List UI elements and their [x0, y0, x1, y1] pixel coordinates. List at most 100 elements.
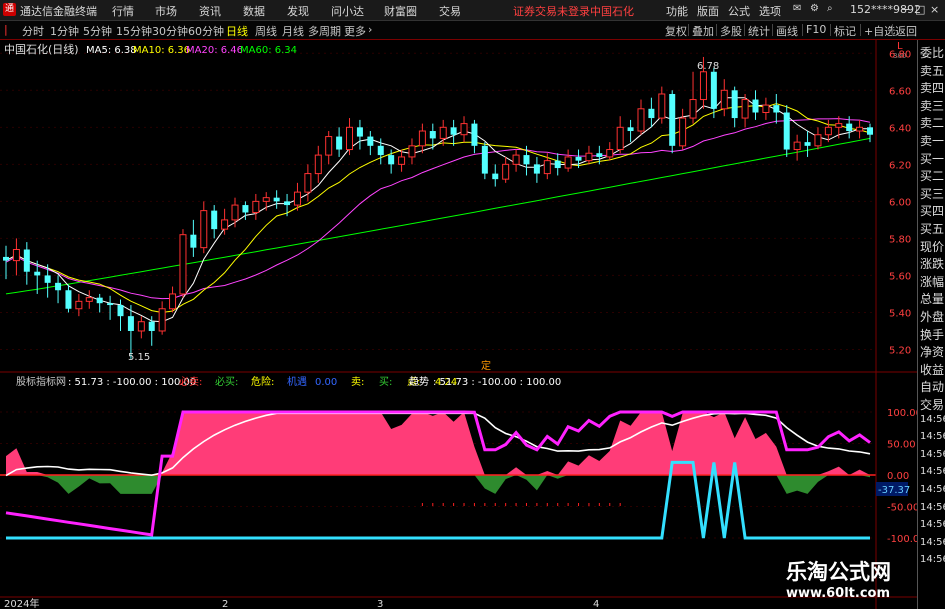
menu-item-community[interactable]: 财富圈 — [384, 3, 417, 19]
date-label-apr: 4 — [593, 599, 599, 609]
tab-5min[interactable]: 5分钟 — [83, 23, 112, 39]
date-label-feb: 2 — [222, 599, 228, 609]
close-button[interactable]: × — [930, 3, 939, 16]
signal-label: 必买: — [215, 375, 238, 388]
menu-item-options[interactable]: 选项 — [759, 3, 781, 19]
tab-multi-period[interactable]: 多周期 — [308, 23, 341, 39]
side-panel-item[interactable]: 卖四 — [920, 79, 944, 96]
menu-item-trade[interactable]: 交易 — [439, 3, 461, 19]
menu-item-layout[interactable]: 版面 — [697, 3, 719, 19]
menu-item-formula[interactable]: 公式 — [728, 3, 750, 19]
candle-body-up — [658, 93, 666, 119]
candle-body-down — [846, 123, 853, 132]
side-panel-item[interactable]: 14:56 — [920, 502, 945, 513]
side-panel-item[interactable]: 卖一 — [920, 132, 944, 149]
minimize-button[interactable]: − — [901, 3, 910, 16]
menu-item-news[interactable]: 资讯 — [199, 3, 221, 19]
menu-item-function[interactable]: 功能 — [666, 3, 688, 19]
multi-stock-button[interactable]: 多股 — [720, 23, 742, 39]
side-panel-item[interactable]: 交易 — [920, 396, 944, 413]
side-panel-item[interactable]: 买二 — [920, 167, 944, 184]
ma60-label: MA60: 6.34 — [240, 45, 297, 56]
candle-body-up — [741, 99, 749, 119]
side-panel-item[interactable]: 外盘 — [920, 308, 944, 325]
side-panel-item[interactable]: 自动 — [920, 378, 944, 395]
side-panel-item[interactable]: 收益 — [920, 361, 944, 378]
menu-item-assistant[interactable]: 问小达 — [331, 3, 364, 19]
tab-15min[interactable]: 15分钟 — [116, 23, 152, 39]
stock-chart[interactable]: 中国石化(日线) MA5: 6.38 MA10: 6.36 MA20: 6.46… — [0, 40, 917, 609]
candle-body-up — [325, 136, 333, 156]
tab-weekly[interactable]: 周线 — [255, 23, 277, 39]
ma10-path — [5, 103, 871, 314]
mark-button[interactable]: 标记 — [834, 23, 856, 39]
trend-label: 趋势 — [409, 375, 429, 388]
side-panel-item[interactable]: 买三 — [920, 185, 944, 202]
menu-item-discover[interactable]: 发现 — [287, 3, 309, 19]
candle-body-down — [648, 108, 655, 119]
candle-body-up — [252, 200, 260, 213]
candle-body-up — [408, 145, 416, 158]
account-id[interactable]: 152****9892 — [850, 3, 921, 16]
gear-icon[interactable]: ⚙ — [810, 3, 819, 14]
side-panel-item[interactable]: 14:56 — [920, 554, 945, 565]
side-panel-item[interactable]: 14:56 — [920, 431, 945, 442]
tab-monthly[interactable]: 月线 — [282, 23, 304, 39]
indicator-tick: 50.00 — [887, 440, 916, 451]
tab-30min[interactable]: 30分钟 — [152, 23, 188, 39]
side-panel-item[interactable]: 14:56 — [920, 414, 945, 425]
candle-body-up — [304, 173, 312, 193]
side-panel-item[interactable]: 14:56 — [920, 449, 945, 460]
menu-item-quotes[interactable]: 行情 — [112, 3, 134, 19]
side-panel-item[interactable]: 委比 — [920, 44, 944, 61]
side-panel-item[interactable]: 卖三 — [920, 97, 944, 114]
menu-item-market[interactable]: 市场 — [155, 3, 177, 19]
back-button[interactable]: 返回 — [895, 23, 917, 39]
stats-button[interactable]: 统计 — [748, 23, 770, 39]
candle-body-up — [179, 234, 187, 295]
candle-body-up — [169, 293, 177, 310]
watermark-name: 乐淘公式网 — [786, 560, 891, 584]
tab-marker-icon: | — [4, 23, 8, 36]
side-panel-item[interactable]: 换手 — [920, 326, 944, 343]
f10-button[interactable]: F10 — [806, 23, 826, 36]
tab-60min[interactable]: 60分钟 — [188, 23, 224, 39]
side-panel-item[interactable]: 涨跌 — [920, 255, 944, 272]
candle-body-down — [65, 290, 72, 309]
candle-body-up — [158, 308, 166, 332]
side-panel-item[interactable]: 涨幅 — [920, 273, 944, 290]
add-watchlist-button[interactable]: +自选 — [864, 23, 895, 39]
side-panel-item[interactable]: 14:56 — [920, 519, 945, 530]
side-panel-item[interactable]: 14:56 — [920, 537, 945, 548]
adjust-button[interactable]: 复权 — [665, 23, 687, 39]
search-icon[interactable]: ⌕ — [827, 3, 833, 14]
side-panel-item[interactable]: 买一 — [920, 150, 944, 167]
chevron-right-icon[interactable]: › — [368, 23, 372, 36]
maximize-button[interactable]: □ — [915, 3, 925, 16]
draw-line-button[interactable]: 画线 — [776, 23, 798, 39]
toolbar-divider — [716, 24, 717, 36]
candle-body-up — [762, 104, 770, 114]
envelope-icon[interactable]: ✉ — [793, 3, 801, 14]
ma10-label: MA10: 6.36 — [133, 45, 190, 56]
current-value-text: -37.37 — [878, 485, 910, 496]
menu-item-data[interactable]: 数据 — [243, 3, 265, 19]
candle-body-down — [356, 127, 363, 137]
side-panel-item[interactable]: 现价 — [920, 238, 944, 255]
side-panel-item[interactable]: 总量 — [920, 290, 944, 307]
tab-intraday[interactable]: 分时 — [22, 23, 44, 39]
candle-body-up — [12, 249, 20, 262]
side-panel-item[interactable]: 净资 — [920, 343, 944, 360]
side-panel-item[interactable]: 买五 — [920, 220, 944, 237]
overlay-button[interactable]: 叠加 — [692, 23, 714, 39]
side-panel-item[interactable]: 卖五 — [920, 62, 944, 79]
tab-daily[interactable]: 日线 — [226, 23, 248, 39]
tab-1min[interactable]: 1分钟 — [50, 23, 79, 39]
side-panel-item[interactable]: 买四 — [920, 202, 944, 219]
side-panel-item[interactable]: 14:56 — [920, 466, 945, 477]
side-panel-item[interactable]: 卖二 — [920, 114, 944, 131]
side-panel-item[interactable]: 14:56 — [920, 484, 945, 495]
tab-more[interactable]: 更多 — [344, 23, 366, 39]
watermark: 乐淘公式网 www.60lt.com — [786, 560, 891, 601]
login-notice[interactable]: 证券交易未登录 — [513, 3, 590, 19]
